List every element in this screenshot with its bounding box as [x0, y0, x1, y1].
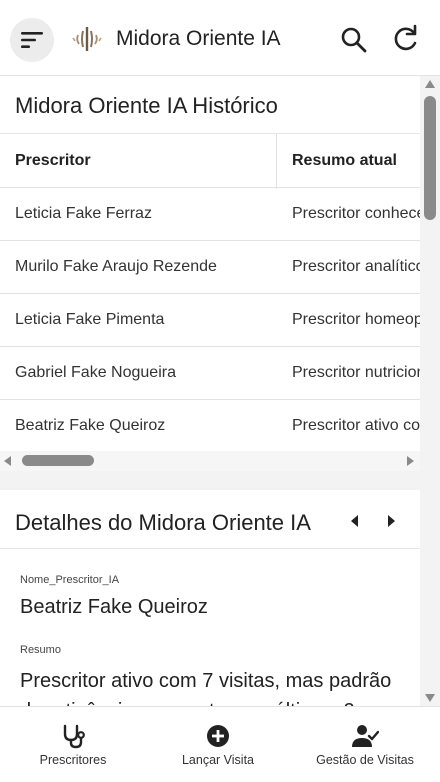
field-value-resumo: Prescritor ativo com 7 visitas, mas padr… — [20, 670, 392, 706]
scroll-right-arrow-icon[interactable] — [407, 456, 414, 466]
table-row[interactable]: Gabriel Fake Nogueira Prescritor nutrici… — [0, 347, 420, 400]
field-label-resumo: Resumo — [20, 644, 61, 656]
table-header-row: Prescritor Resumo atual — [0, 133, 420, 189]
scroll-up-arrow-icon[interactable] — [425, 80, 435, 88]
search-icon — [341, 27, 367, 53]
horizontal-scroll-thumb[interactable] — [22, 455, 94, 466]
field-value-nome: Beatriz Fake Queiroz — [20, 596, 208, 618]
field-label-nome: Nome_Prescritor_IA — [20, 574, 120, 586]
detalhes-title: Detalhes do Midora Oriente IA — [15, 510, 311, 535]
cell-resumo: Prescritor homeop — [292, 311, 420, 328]
column-header-prescritor[interactable]: Prescritor — [15, 134, 275, 187]
nav-lancar-visita[interactable]: Lançar Visita — [165, 707, 271, 782]
historico-table: Prescritor Resumo atual Leticia Fake Fer… — [0, 133, 420, 451]
add-circle-icon — [207, 725, 229, 747]
refresh-icon — [394, 24, 417, 51]
menu-icon — [21, 32, 43, 48]
menu-button[interactable] — [10, 18, 54, 62]
stethoscope-icon — [63, 724, 85, 749]
previous-record-icon[interactable] — [346, 512, 364, 530]
cell-prescritor: Beatriz Fake Queiroz — [15, 417, 166, 434]
nav-prescritores[interactable]: Prescritores — [20, 707, 126, 782]
cell-resumo: Prescritor conhece — [292, 205, 420, 222]
column-divider — [276, 134, 277, 189]
refresh-button[interactable] — [388, 22, 422, 56]
nav-label: Prescritores — [39, 753, 107, 767]
nav-label: Lançar Visita — [181, 753, 255, 767]
table-row[interactable]: Leticia Fake Pimenta Prescritor homeop — [0, 294, 420, 347]
scroll-down-arrow-icon[interactable] — [425, 694, 435, 702]
page-vertical-scrollbar[interactable] — [420, 76, 440, 706]
historico-title: Midora Oriente IA Histórico — [15, 93, 278, 118]
search-button[interactable] — [338, 24, 370, 56]
table-row[interactable]: Beatriz Fake Queiroz Prescritor ativo co — [0, 400, 420, 451]
historico-card: Midora Oriente IA Histórico Prescritor R… — [0, 76, 420, 471]
vertical-scroll-thumb[interactable] — [424, 96, 436, 220]
cell-resumo: Prescritor analítico — [292, 258, 420, 275]
column-header-resumo[interactable]: Resumo atual — [292, 134, 420, 187]
cell-prescritor: Leticia Fake Ferraz — [15, 205, 152, 222]
next-record-icon[interactable] — [382, 512, 400, 530]
cell-prescritor: Murilo Fake Araujo Rezende — [15, 258, 217, 275]
top-app-bar: Midora Oriente IA — [0, 0, 440, 76]
detalhes-divider — [0, 548, 420, 549]
midora-logo-icon — [72, 27, 102, 51]
table-row[interactable]: Leticia Fake Ferraz Prescritor conhece — [0, 188, 420, 241]
cell-resumo: Prescritor ativo co — [292, 417, 420, 434]
table-horizontal-scrollbar[interactable] — [0, 451, 420, 471]
scroll-left-arrow-icon[interactable] — [4, 456, 11, 466]
content-area: Midora Oriente IA Histórico Prescritor R… — [0, 76, 420, 706]
bottom-navigation: Prescritores Lançar Visita Gestão de Vis… — [0, 706, 440, 782]
nav-gestao-de-visitas[interactable]: Gestão de Visitas — [305, 707, 425, 782]
detalhes-card: Detalhes do Midora Oriente IA Nome_Presc… — [0, 490, 420, 706]
table-row[interactable]: Murilo Fake Araujo Rezende Prescritor an… — [0, 241, 420, 294]
cell-resumo: Prescritor nutricion — [292, 364, 420, 381]
cell-prescritor: Gabriel Fake Nogueira — [15, 364, 176, 381]
cell-prescritor: Leticia Fake Pimenta — [15, 311, 165, 328]
person-check-icon — [352, 725, 379, 747]
nav-label: Gestão de Visitas — [316, 753, 414, 767]
app-title: Midora Oriente IA — [116, 27, 281, 50]
